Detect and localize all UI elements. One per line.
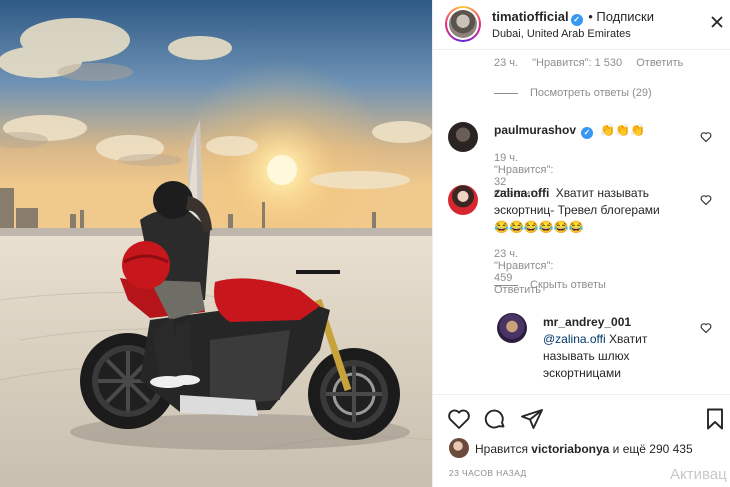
mention-link[interactable]: @zalina.offi (543, 332, 606, 346)
verified-badge-icon: ✓ (570, 14, 583, 26)
replier-avatar[interactable] (497, 313, 527, 343)
reply-button[interactable]: Ответить (636, 57, 683, 69)
follow-status[interactable]: • Подписки (588, 9, 654, 24)
liker-username[interactable]: victoriabonya (531, 442, 609, 456)
verified-badge-icon: ✓ (581, 127, 594, 139)
post-timestamp[interactable]: 23 ЧАСОВ НАЗАД (449, 468, 527, 478)
reply-body-line1: Хватит (609, 332, 648, 346)
comment-bubble-icon[interactable] (483, 407, 507, 431)
author-avatar[interactable] (445, 6, 481, 42)
reply-body-line3: эскортницами (543, 366, 621, 380)
comment-body-line1: Хватит называть (555, 186, 650, 200)
heart-icon[interactable] (700, 193, 712, 206)
likes-summary: Нравится victoriabonya и ещё 290 435 (475, 442, 693, 456)
comment-likes-count[interactable]: "Нравится": 1 530 (532, 57, 622, 69)
commenter-username[interactable]: zalina.offi (494, 186, 549, 200)
view-replies-label: Посмотреть ответы (29) (530, 87, 652, 99)
view-replies-button[interactable]: Посмотреть ответы (29) (494, 87, 652, 99)
comment-text: paulmurashov ✓ 👏👏👏 (494, 122, 714, 139)
comment-body-line3: 😂😂😂😂😂😂 (494, 220, 584, 234)
comment-body-line2: эскортниц- Тревел блогерами (494, 203, 660, 217)
reply-body-line2: называть шлюх (543, 349, 630, 363)
likes-prefix: Нравится (475, 442, 528, 456)
heart-icon[interactable] (447, 407, 471, 431)
commenter-avatar[interactable] (448, 185, 478, 215)
post-header: timatiofficial ✓ • Подписки Dubai, United… (433, 0, 730, 50)
hide-replies-button[interactable]: Скрыть ответы (494, 279, 606, 291)
author-line: timatiofficial ✓ • Подписки (492, 9, 654, 26)
heart-icon[interactable] (700, 321, 712, 334)
hide-replies-label: Скрыть ответы (530, 279, 606, 291)
post-photo[interactable] (0, 0, 432, 487)
heart-icon[interactable] (700, 130, 712, 143)
post-action-bar (433, 394, 730, 444)
author-username[interactable]: timatiofficial (492, 9, 569, 24)
divider-line (494, 92, 518, 94)
comment-time[interactable]: 23 ч. (494, 57, 518, 69)
post-location[interactable]: Dubai, United Arab Emirates (492, 28, 631, 40)
comment-time[interactable]: 23 ч. (494, 248, 518, 260)
reply-text: mr_andrey_001 @zalina.offi Хватит называ… (543, 314, 713, 382)
more-options-icon[interactable] (709, 14, 725, 30)
windows-activation-watermark: Активац (670, 466, 727, 483)
commenter-avatar[interactable] (448, 122, 478, 152)
comment-meta-row: 23 ч. "Нравится": 1 530 Ответить (494, 57, 694, 69)
bookmark-icon[interactable] (703, 407, 727, 431)
comment-time[interactable]: 19 ч. (494, 152, 518, 164)
paper-plane-icon[interactable] (520, 407, 544, 431)
photo-motorcycle-beach (0, 0, 432, 487)
post-side-panel: timatiofficial ✓ • Подписки Dubai, United… (432, 0, 730, 487)
replier-username[interactable]: mr_andrey_001 (543, 315, 631, 329)
commenter-username[interactable]: paulmurashov (494, 123, 576, 137)
comment-body: 👏👏👏 (600, 123, 646, 137)
liker-avatar[interactable] (449, 438, 469, 458)
likes-suffix[interactable]: и ещё 290 435 (613, 442, 693, 456)
divider-line (494, 284, 518, 286)
comment-text: zalina.offi Хватит называть эскортниц- Т… (494, 185, 719, 236)
